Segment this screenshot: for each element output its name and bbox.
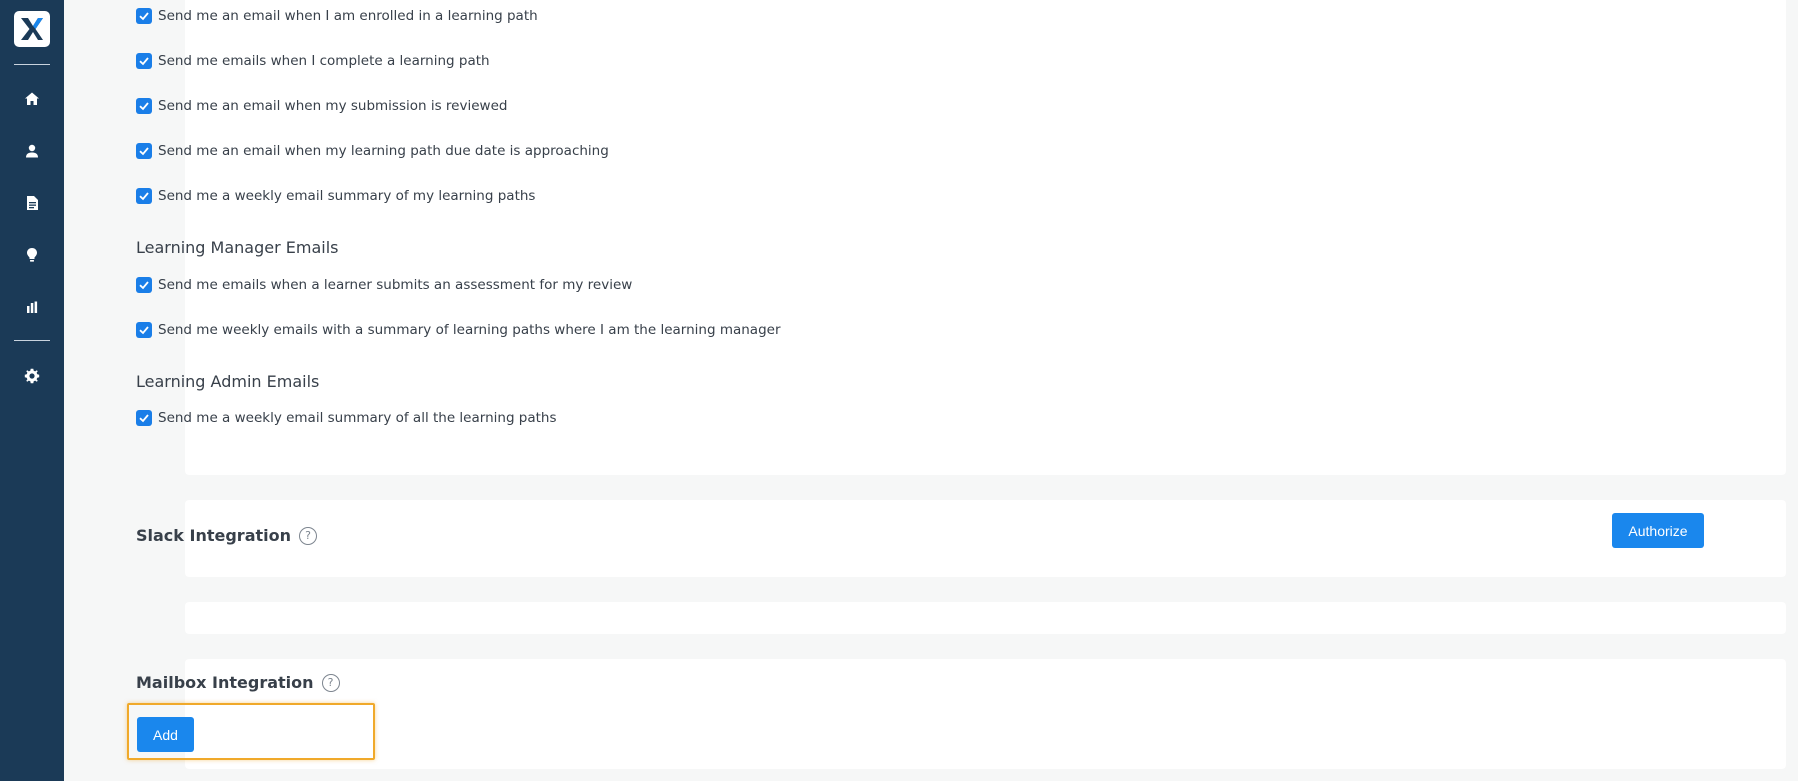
checkbox-row[interactable]: Send me a weekly email summary of all th… <box>136 408 557 428</box>
document-icon[interactable] <box>20 191 44 215</box>
help-icon[interactable]: ? <box>299 526 317 545</box>
sidebar-divider <box>14 340 50 341</box>
checkbox-checked[interactable] <box>136 98 152 114</box>
mailbox-integration-card <box>185 659 1786 769</box>
checkbox-row[interactable]: Send me weekly emails with a summary of … <box>136 320 781 340</box>
blank-card <box>185 602 1786 634</box>
check-icon <box>139 57 149 66</box>
checkbox-checked[interactable] <box>136 143 152 159</box>
checkbox-label: Send me emails when a learner submits an… <box>158 277 633 293</box>
slack-integration-card <box>185 500 1786 577</box>
check-icon <box>139 281 149 290</box>
checkbox-label: Send me an email when my submission is r… <box>158 98 508 114</box>
slack-integration-title: Slack Integration <box>136 526 291 545</box>
user-icon[interactable] <box>20 139 44 163</box>
check-icon <box>139 326 149 335</box>
section-title-manager-emails: Learning Manager Emails <box>136 238 339 257</box>
checkbox-row[interactable]: Send me a weekly email summary of my lea… <box>136 186 535 206</box>
lightbulb-icon[interactable] <box>20 243 44 267</box>
mailbox-integration-heading: Mailbox Integration ? <box>136 673 340 692</box>
main-content <box>64 0 1798 781</box>
check-icon <box>139 414 149 423</box>
check-icon <box>139 102 149 111</box>
checkbox-label: Send me emails when I complete a learnin… <box>158 53 490 69</box>
checkbox-label: Send me an email when my learning path d… <box>158 143 609 159</box>
checkbox-label: Send me an email when I am enrolled in a… <box>158 8 538 24</box>
checkbox-label: Send me a weekly email summary of my lea… <box>158 188 536 204</box>
home-icon[interactable] <box>20 87 44 111</box>
sidebar <box>0 0 64 781</box>
help-icon[interactable]: ? <box>321 673 340 692</box>
checkbox-row[interactable]: Send me an email when my submission is r… <box>136 96 507 116</box>
bar-chart-icon[interactable] <box>20 295 44 319</box>
check-icon <box>139 12 149 21</box>
checkbox-checked[interactable] <box>136 322 152 338</box>
add-mailbox-button[interactable]: Add <box>137 717 194 752</box>
gear-icon[interactable] <box>20 364 44 388</box>
checkbox-row[interactable]: Send me emails when I complete a learnin… <box>136 51 490 71</box>
sidebar-divider <box>14 64 50 65</box>
checkbox-checked[interactable] <box>136 8 152 24</box>
checkbox-checked[interactable] <box>136 277 152 293</box>
checkbox-checked[interactable] <box>136 410 152 426</box>
authorize-button[interactable]: Authorize <box>1612 513 1704 548</box>
checkbox-checked[interactable] <box>136 188 152 204</box>
slack-integration-heading: Slack Integration ? <box>136 526 317 545</box>
checkbox-row[interactable]: Send me an email when I am enrolled in a… <box>136 6 538 26</box>
checkbox-label: Send me weekly emails with a summary of … <box>158 322 781 338</box>
check-icon <box>139 147 149 156</box>
section-title-admin-emails: Learning Admin Emails <box>136 372 320 391</box>
check-icon <box>139 192 149 201</box>
email-preferences-card <box>185 0 1786 475</box>
checkbox-label: Send me a weekly email summary of all th… <box>158 410 557 426</box>
app-logo[interactable] <box>14 11 50 47</box>
x-logo-icon <box>21 18 43 40</box>
checkbox-checked[interactable] <box>136 53 152 69</box>
checkbox-row[interactable]: Send me emails when a learner submits an… <box>136 275 632 295</box>
checkbox-row[interactable]: Send me an email when my learning path d… <box>136 141 609 161</box>
mailbox-integration-title: Mailbox Integration <box>136 673 314 692</box>
